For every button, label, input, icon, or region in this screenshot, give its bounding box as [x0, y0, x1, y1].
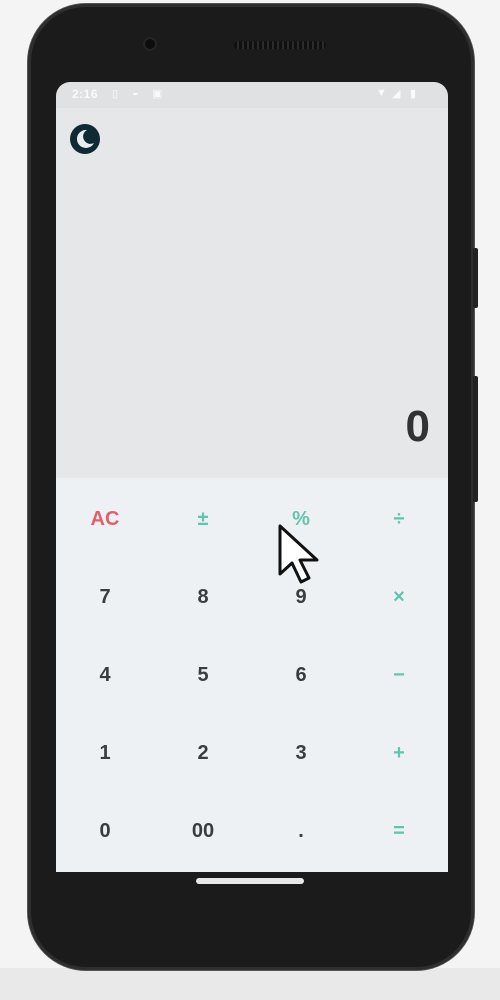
digit-0-button[interactable]: 0 — [56, 792, 154, 870]
volume-button — [473, 376, 478, 502]
background-floor — [0, 968, 500, 1000]
front-camera — [143, 37, 157, 51]
status-time: 2:16 — [72, 87, 99, 101]
result-display: 0 — [405, 402, 430, 451]
multiply-button[interactable]: × — [350, 558, 448, 636]
digit-2-button[interactable]: 2 — [154, 714, 252, 792]
notification-icon: ◒ — [132, 87, 139, 99]
plus-minus-button[interactable]: ± — [154, 480, 252, 558]
moon-icon — [70, 124, 100, 154]
home-gesture-bar[interactable] — [196, 878, 304, 884]
signal-icon: ◢ — [392, 88, 401, 100]
equals-button[interactable]: = — [350, 792, 448, 870]
notification-icon: ▯ — [112, 88, 119, 100]
keypad: AC ±% ÷ 7 8 9 × 4 5 6−1 2 3 +0 00. = — [56, 478, 448, 872]
mouse-cursor-icon — [278, 524, 319, 584]
all-clear-button[interactable]: AC — [56, 480, 154, 558]
digit-7-button[interactable]: 7 — [56, 558, 154, 636]
double-zero-button[interactable]: 00 — [154, 792, 252, 870]
calculator-display: 0 — [56, 108, 448, 478]
digit-5-button[interactable]: 5 — [154, 636, 252, 714]
power-button — [473, 248, 478, 308]
plus-button[interactable]: + — [350, 714, 448, 792]
status-bar: 2:16 ▯ ◒ ▣ ▼ ◢ ▮ — [56, 82, 448, 108]
digit-8-button[interactable]: 8 — [154, 558, 252, 636]
earpiece-speaker — [234, 41, 326, 49]
digit-3-button[interactable]: 3 — [252, 714, 350, 792]
digit-4-button[interactable]: 4 — [56, 636, 154, 714]
wifi-icon: ▼ — [376, 87, 387, 99]
phone-screen: 2:16 ▯ ◒ ▣ ▼ ◢ ▮ 0 AC ±% ÷ 7 8 9 × 4 5 6−1 2 3 +0 00.… — [56, 82, 448, 872]
divide-button[interactable]: ÷ — [350, 480, 448, 558]
battery-icon: ▮ — [410, 88, 417, 100]
theme-toggle-button[interactable] — [68, 122, 102, 156]
lock-icon: ▣ — [152, 88, 163, 100]
minus-button[interactable]: − — [350, 636, 448, 714]
digit-6-button[interactable]: 6 — [252, 636, 350, 714]
decimal-button[interactable]: . — [252, 792, 350, 870]
digit-1-button[interactable]: 1 — [56, 714, 154, 792]
